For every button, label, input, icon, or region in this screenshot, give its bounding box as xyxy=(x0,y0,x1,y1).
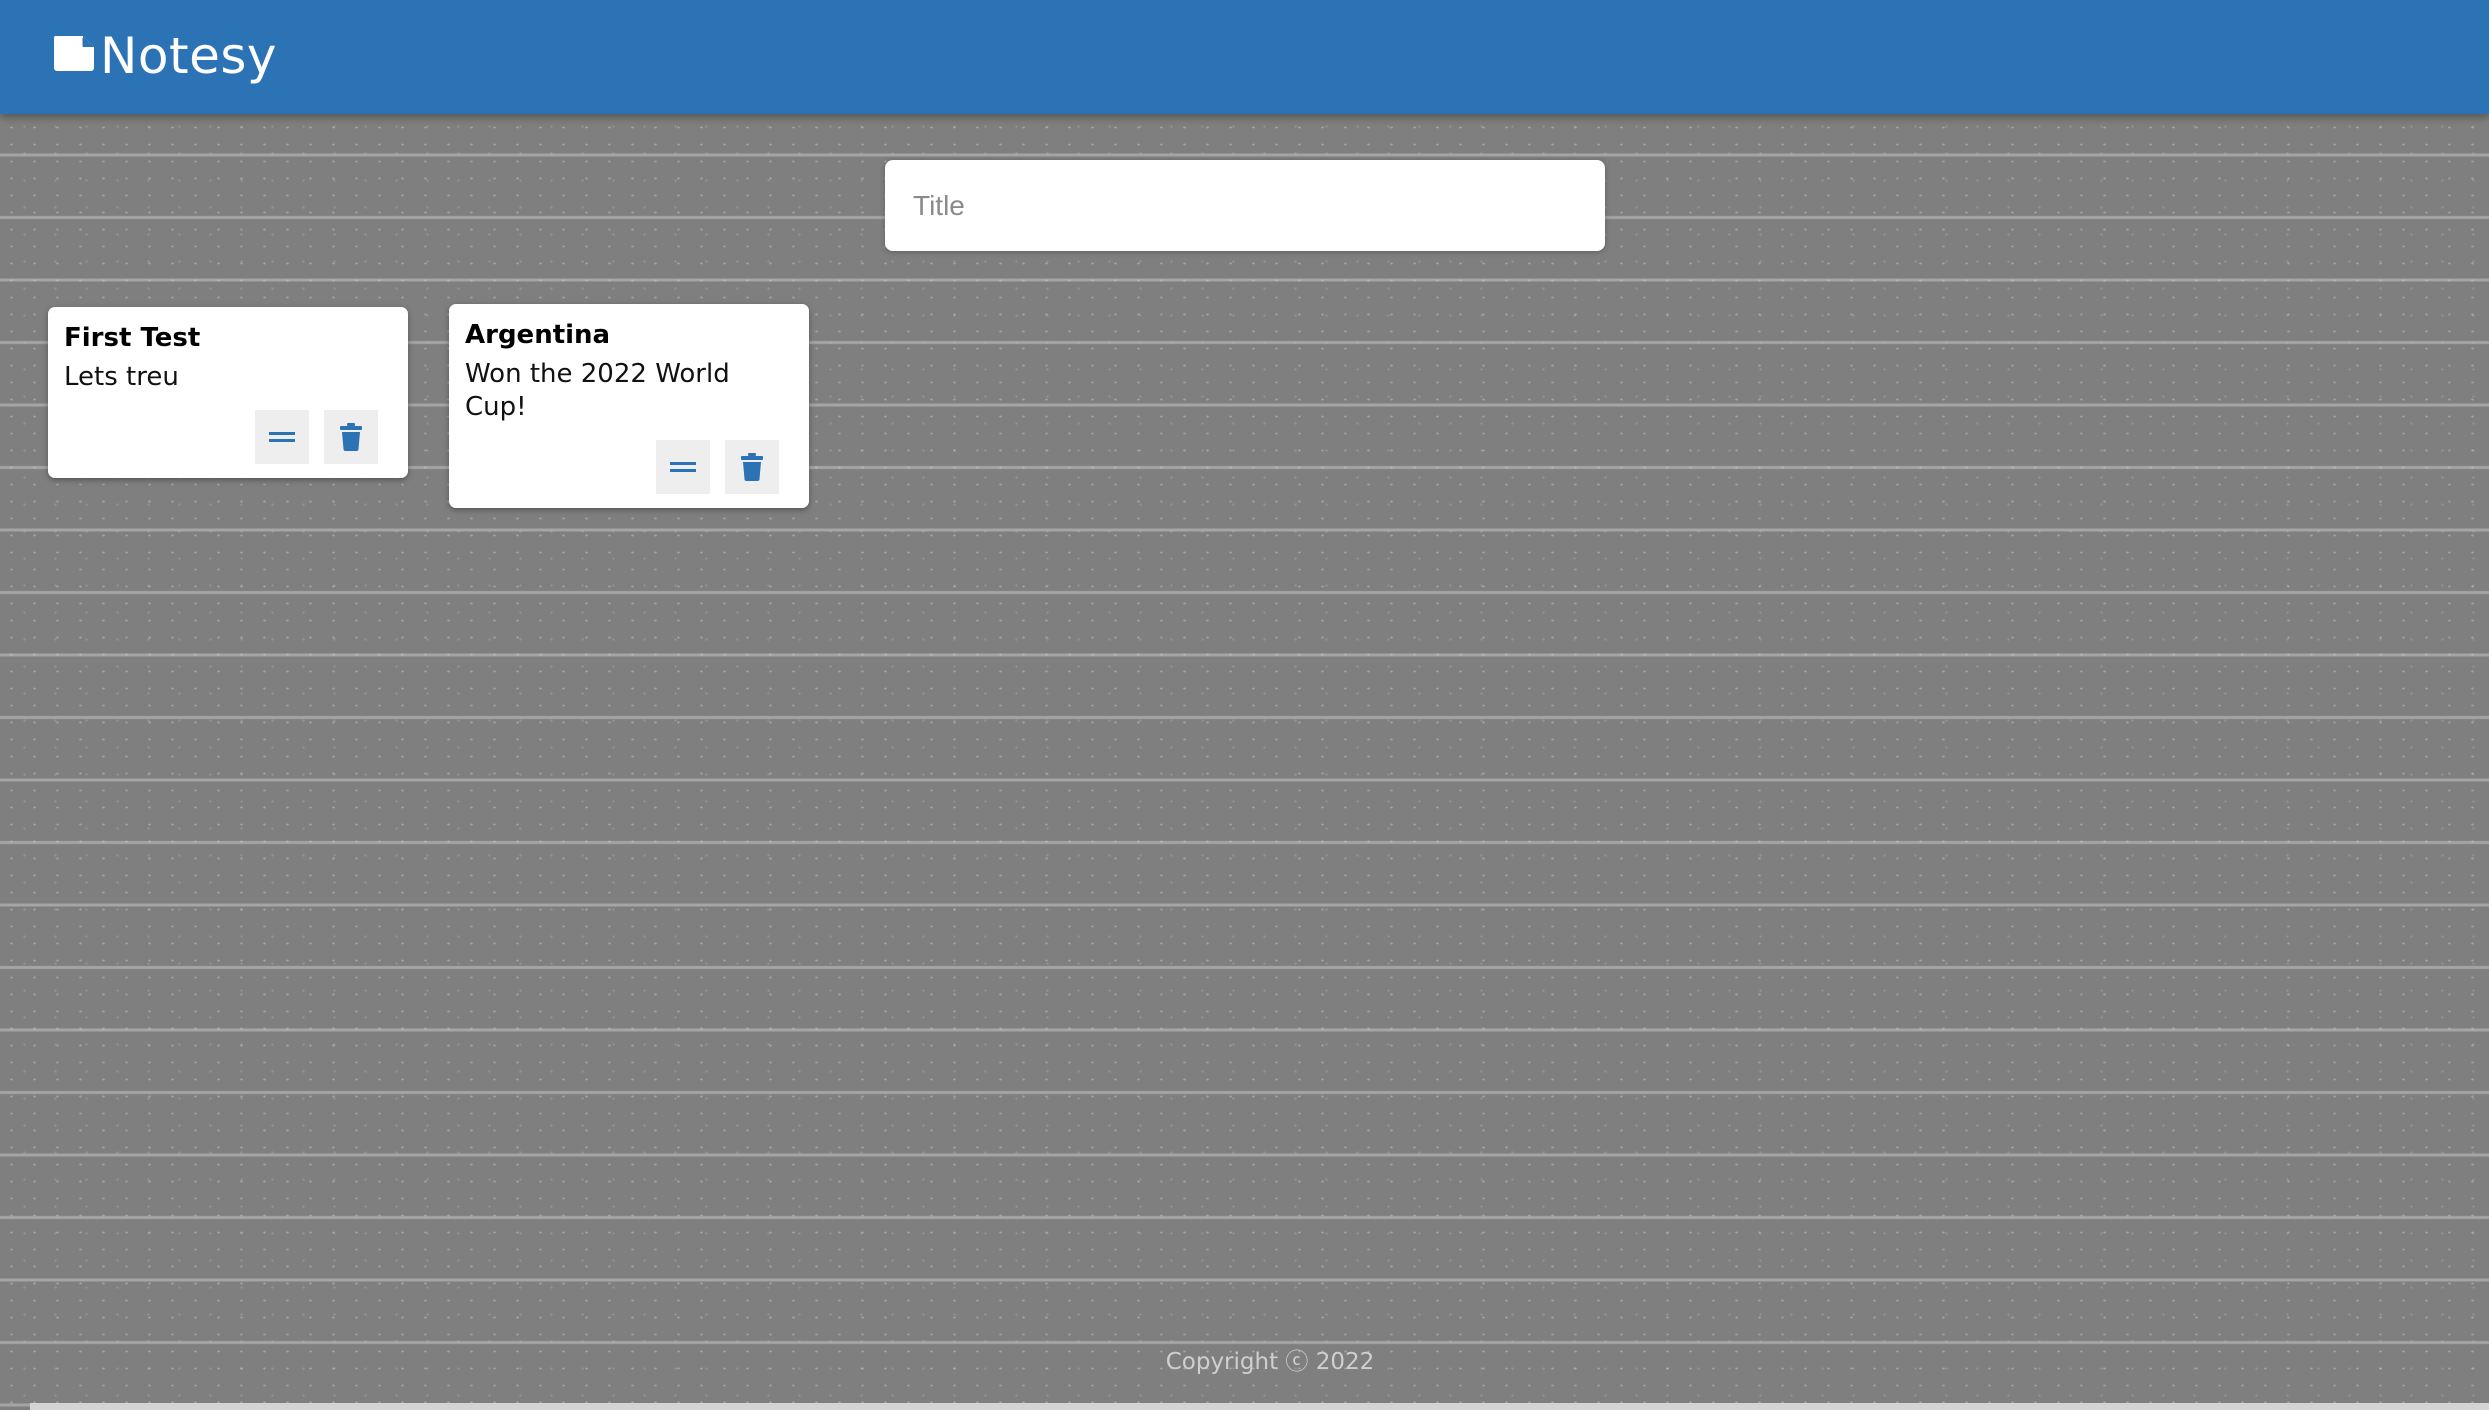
drag-handle-button[interactable] xyxy=(255,410,309,464)
app-header: Notesy xyxy=(0,0,2489,114)
trash-icon xyxy=(741,453,763,481)
note-content: Won the 2022 World Cup! xyxy=(465,359,730,422)
trash-icon xyxy=(340,423,362,451)
drag-handle-button[interactable] xyxy=(656,440,710,494)
note-actions xyxy=(64,410,378,464)
note-content: Lets treu xyxy=(64,362,179,392)
brand: Notesy xyxy=(52,26,277,86)
note-icon xyxy=(53,36,94,71)
note-card: First Test Lets treu xyxy=(48,307,408,478)
copyright-text: Copyright ⓒ 2022 xyxy=(1165,1349,1375,1375)
note-title: Argentina xyxy=(465,320,611,350)
create-note-form xyxy=(885,160,1605,251)
delete-button[interactable] xyxy=(324,410,378,464)
app-title: Notesy xyxy=(100,27,277,85)
drag-handle-icon xyxy=(670,462,696,472)
note-actions xyxy=(465,440,779,494)
note-title-input[interactable] xyxy=(885,160,1605,251)
note-card: Argentina Won the 2022 World Cup! xyxy=(449,304,809,508)
delete-button[interactable] xyxy=(725,440,779,494)
footer: Copyright ⓒ 2022 xyxy=(0,1342,2489,1376)
note-title: First Test xyxy=(64,323,201,353)
drag-handle-icon xyxy=(269,432,295,442)
bottom-scrollbar xyxy=(30,1403,2489,1410)
